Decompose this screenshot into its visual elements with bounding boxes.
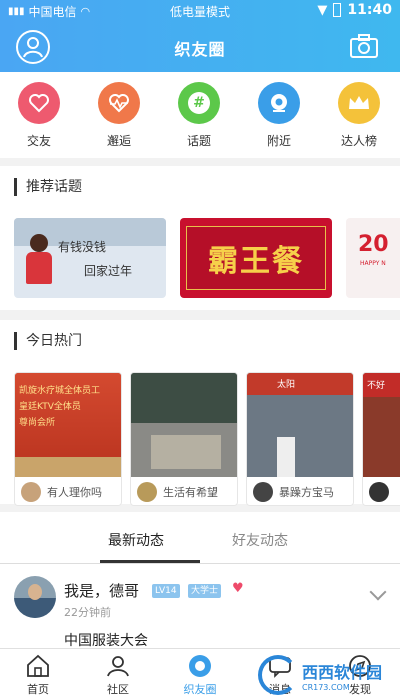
nav-label: 织友圈 <box>183 683 217 696</box>
tab-latest[interactable]: 最新动态 <box>108 530 164 550</box>
avatar <box>21 482 41 502</box>
hot-image: 不好 <box>363 373 400 477</box>
watermark: 西西软件园 CR173.COM <box>257 655 382 695</box>
hot-card[interactable]: 不好 <box>362 372 400 506</box>
quick-item-xiehou[interactable]: 邂逅 <box>89 82 149 149</box>
sign-text: 不好 <box>367 381 386 391</box>
quick-item-jiaoyou[interactable]: 交友 <box>9 82 69 149</box>
recommended-topics: 推荐话题 有钱没钱 回家过年 霸王餐 20 HAPPY N <box>0 166 400 310</box>
app-screen: ▮▮▮ 中国电信 ◠ 低电量模式 ▼ 11:40 织友圈 交友 邂逅 # 话题 … <box>0 0 400 700</box>
banner-line: 皇廷KTV全体员 <box>19 402 81 412</box>
watermark-sub: CR173.COM <box>301 682 350 692</box>
watermark-logo-icon <box>257 655 298 695</box>
quick-item-label: 达人榜 <box>340 134 377 148</box>
circle-icon <box>187 653 213 679</box>
topic-line1: 有钱没钱 <box>58 240 107 254</box>
banner-line: 凯旋水疗城全体员工 <box>19 386 101 396</box>
sign-text: 太阳 <box>277 380 296 390</box>
hot-image <box>131 373 237 477</box>
page-title: 织友圈 <box>174 40 226 59</box>
quick-item-label: 交友 <box>26 134 51 148</box>
topic-text: 霸王餐 <box>208 244 304 279</box>
wifi-signal-icon: ▼ <box>317 2 328 18</box>
app-header: ▮▮▮ 中国电信 ◠ 低电量模式 ▼ 11:40 织友圈 <box>0 0 400 72</box>
nav-label: 社区 <box>107 683 129 696</box>
hot-caption-text: 有人理你吗 <box>47 486 102 499</box>
hot-image: 太阳 <box>247 373 353 477</box>
quick-item-huati[interactable]: # 话题 <box>169 82 229 149</box>
hot-image: 凯旋水疗城全体员工 皇廷KTV全体员 尊尚会所 <box>15 373 121 477</box>
heart-icon <box>18 82 60 124</box>
heartbeat-icon <box>98 82 140 124</box>
hot-caption: 生活有希望 <box>131 477 237 505</box>
quick-item-label: 附近 <box>266 134 291 148</box>
section-title: 推荐话题 <box>14 178 82 196</box>
nav-circle[interactable]: 织友圈 <box>168 653 232 697</box>
status-bar: ▮▮▮ 中国电信 ◠ 低电量模式 ▼ 11:40 <box>0 0 400 22</box>
watermark-text: 西西软件园 <box>301 662 382 682</box>
hot-card[interactable]: 太阳 暴躁方宝马 <box>246 372 354 506</box>
crown-icon <box>338 82 380 124</box>
chevron-down-icon[interactable] <box>369 583 387 601</box>
topic-line2: 回家过年 <box>84 264 133 278</box>
hot-today: 今日热门 凯旋水疗城全体员工 皇廷KTV全体员 尊尚会所 有人理你吗 生活有希望… <box>0 320 400 506</box>
title-bar: 织友圈 <box>0 26 400 70</box>
avatar <box>253 482 273 502</box>
topic-card-newyear[interactable]: 20 HAPPY N <box>346 218 400 298</box>
avatar <box>369 482 389 502</box>
feed-tabs: 最新动态 好友动态 <box>0 512 400 564</box>
level-badge: LV14 <box>152 584 180 598</box>
section-title: 今日热门 <box>14 332 82 350</box>
hot-caption-text: 生活有希望 <box>163 486 218 499</box>
quick-item-label: 话题 <box>186 134 211 148</box>
avatar[interactable] <box>14 576 56 618</box>
hot-card[interactable]: 生活有希望 <box>130 372 238 506</box>
location-icon <box>258 82 300 124</box>
nav-home[interactable]: 首页 <box>6 653 70 697</box>
topic-card-bawangcan[interactable]: 霸王餐 <box>180 218 332 298</box>
quick-item-darenbang[interactable]: 达人榜 <box>329 82 389 149</box>
quick-item-fujin[interactable]: 附近 <box>249 82 309 149</box>
battery-icon <box>333 3 342 17</box>
hot-caption: 暴躁方宝马 <box>247 477 353 505</box>
topic-subtext: HAPPY N <box>360 260 386 267</box>
hot-caption: 有人理你吗 <box>15 477 121 505</box>
topic-card-home[interactable]: 有钱没钱 回家过年 <box>14 218 166 298</box>
girl-illustration <box>22 232 56 292</box>
post-time: 22分钟前 <box>64 606 111 619</box>
hot-card[interactable]: 凯旋水疗城全体员工 皇廷KTV全体员 尊尚会所 有人理你吗 <box>14 372 122 506</box>
camera-icon[interactable] <box>350 34 378 58</box>
clock-label: 11:40 <box>347 2 392 18</box>
tab-friends[interactable]: 好友动态 <box>232 530 288 550</box>
topic-year: 20 <box>358 232 389 257</box>
active-tab-indicator <box>100 560 200 563</box>
title-badge: 大学士 <box>188 584 222 598</box>
home-icon <box>25 653 51 679</box>
username[interactable]: 我是，德哥 <box>64 580 139 601</box>
hot-caption-text: 暴躁方宝马 <box>279 486 334 499</box>
nav-community[interactable]: 社区 <box>86 653 150 697</box>
hashtag-icon: # <box>178 82 220 124</box>
heart-badge-icon: ♥ <box>232 581 244 596</box>
quick-actions: 交友 邂逅 # 话题 附近 达人榜 <box>0 72 400 158</box>
post-content: 中国服装大会 <box>64 633 148 649</box>
status-right: ▼ 11:40 <box>317 2 392 18</box>
bottom-nav: 首页 社区 织友圈 消息 发现 西西软件园 CR173.COM <box>0 648 400 700</box>
quick-item-label: 邂逅 <box>106 134 131 148</box>
avatar <box>137 482 157 502</box>
banner-line: 尊尚会所 <box>19 418 56 428</box>
feed-item[interactable]: 我是，德哥 LV14 大学士 ♥ 22分钟前 中国服装大会 <box>0 564 400 650</box>
community-icon <box>105 653 131 679</box>
nav-label: 首页 <box>27 683 49 696</box>
hot-caption <box>363 477 400 505</box>
